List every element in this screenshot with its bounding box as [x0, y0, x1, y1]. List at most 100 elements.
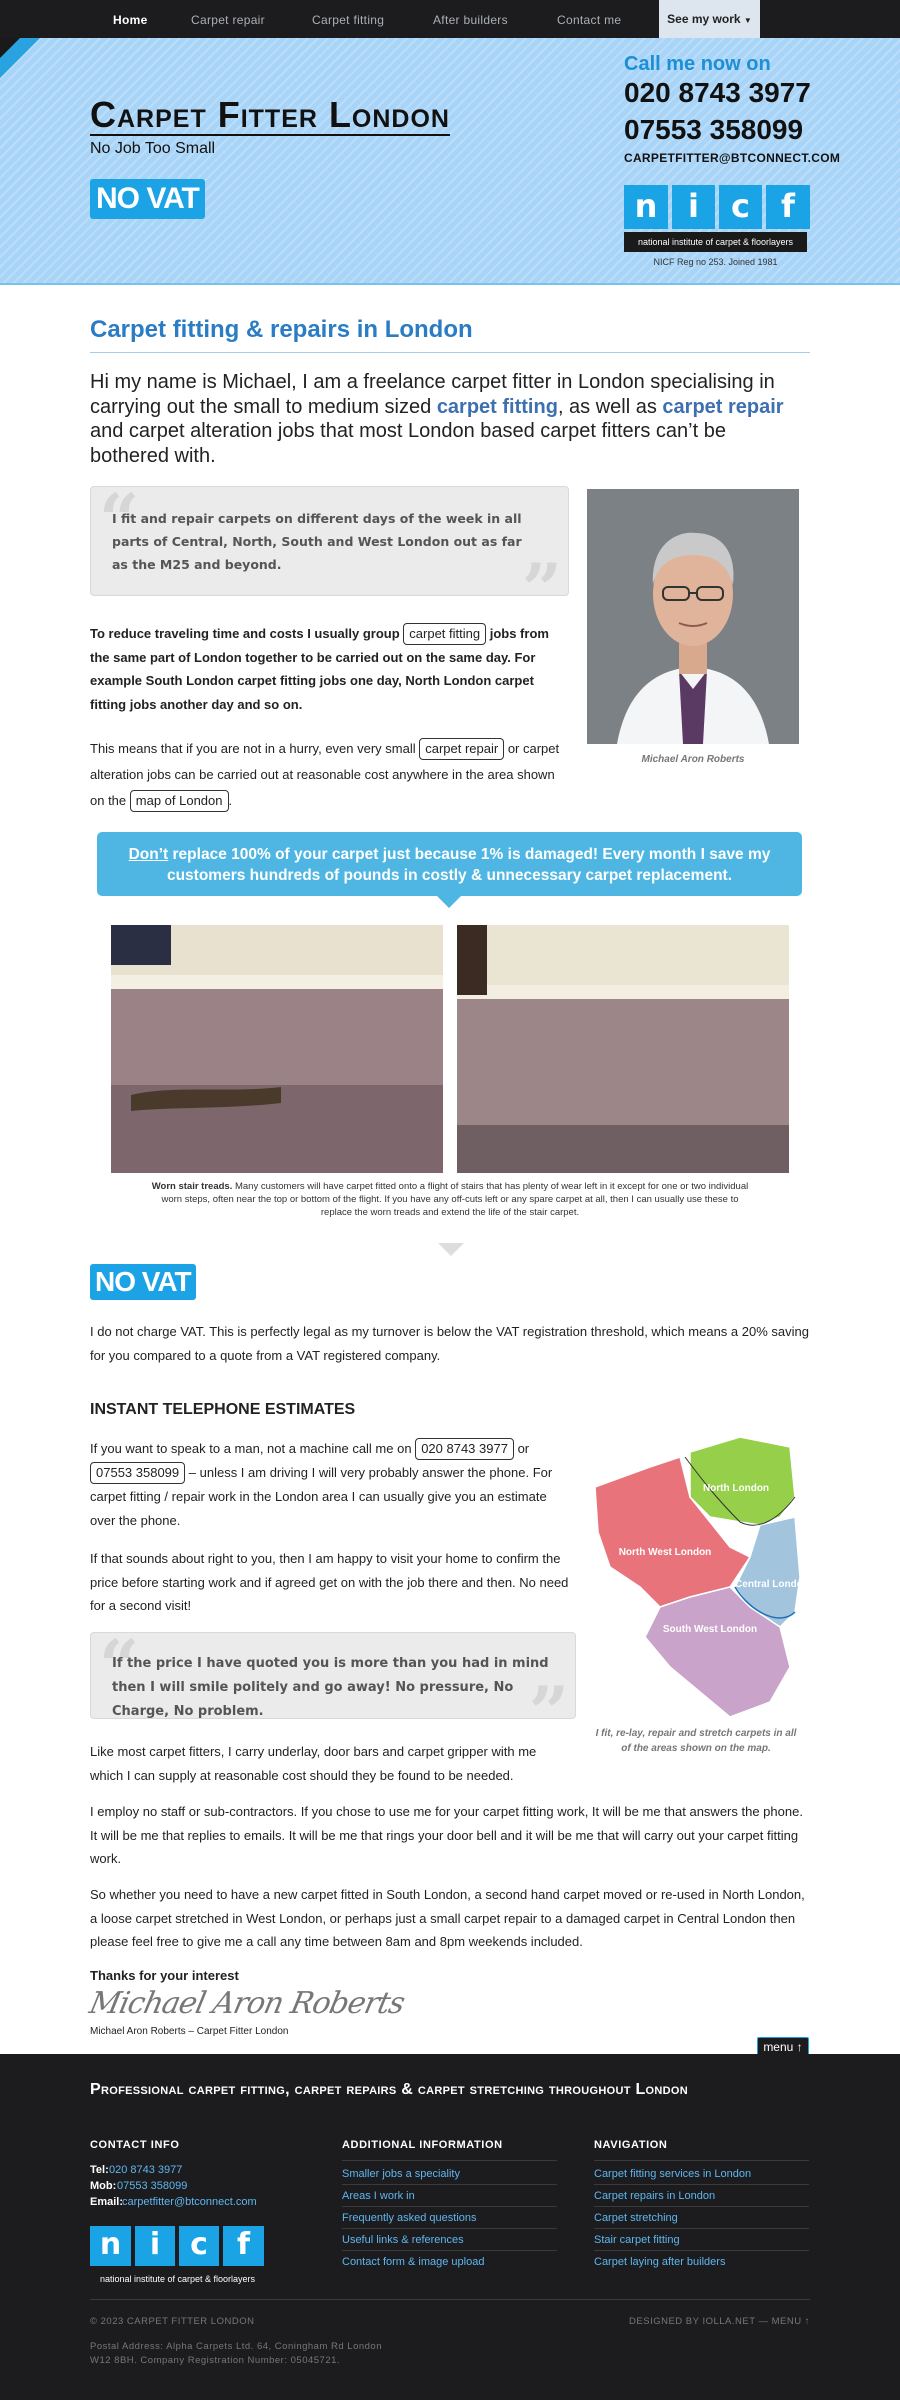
caption-bold: Worn stair treads.	[151, 1181, 233, 1192]
banner-emphasis: Don’t	[128, 846, 169, 863]
small-jobs-paragraph: This means that if you are not in a hurr…	[90, 736, 565, 814]
intro-text: , as well as	[557, 395, 663, 418]
link-smaller-jobs[interactable]: Smaller jobs a speciality	[342, 2168, 460, 2180]
nav-home[interactable]: Home	[113, 13, 148, 27]
navigation-heading: NAVIGATION	[594, 2139, 668, 2151]
call-now-label: Call me now on	[624, 53, 771, 75]
areas-paragraph: So whether you need to have a new carpet…	[90, 1887, 805, 1949]
paragraph-text: To reduce traveling time and costs I usu…	[90, 626, 404, 641]
email-label: Email:	[90, 2196, 124, 2208]
tel-label: Tel:	[90, 2164, 109, 2176]
estimate-paragraph: If you want to speak to a man, not a mac…	[90, 1437, 560, 1533]
copyright: © 2023 CARPET FITTER LONDON	[90, 2316, 255, 2327]
additional-info-heading: ADDITIONAL INFORMATION	[342, 2139, 503, 2151]
nav-carpet-fitting[interactable]: Carpet fitting	[312, 13, 384, 27]
nav-carpet-repair[interactable]: Carpet repair	[191, 13, 265, 27]
caption-text: Many customers will have carpet fitted o…	[161, 1181, 749, 1218]
carpet-repair-link[interactable]: carpet repair	[662, 396, 783, 418]
nicf-letter: f	[766, 185, 810, 229]
header-phone-landline[interactable]: 020 8743 3977	[624, 77, 811, 109]
title-divider	[90, 352, 810, 353]
footer-divider	[594, 2228, 809, 2229]
thanks-text: Thanks for your interest	[90, 1968, 239, 1983]
signature-caption: Michael Aron Roberts – Carpet Fitter Lon…	[90, 2026, 289, 2037]
link-after-builders[interactable]: Carpet laying after builders	[594, 2256, 725, 2268]
nav-after-builders[interactable]: After builders	[433, 13, 508, 27]
site-header: Carpet Fitter London No Job Too Small NO…	[0, 38, 900, 285]
postal-address-1: Postal Address: Alpha Carpets Ltd. 64, C…	[90, 2341, 383, 2352]
link-faq[interactable]: Frequently asked questions	[342, 2212, 477, 2224]
paragraph-text: This means that if you are not in a hurr…	[90, 741, 420, 756]
portrait-caption: Michael Aron Roberts	[641, 754, 745, 765]
contact-heading: CONTACT INFO	[90, 2139, 180, 2151]
footer-divider	[342, 2228, 557, 2229]
map-label-north-west: North West London	[619, 1547, 712, 1558]
worn-stair-photo-before[interactable]	[111, 925, 443, 1173]
no-staff-paragraph: I employ no staff or sub-contractors. If…	[90, 1804, 803, 1866]
carpet-fitting-chip-link[interactable]: carpet fitting	[403, 623, 487, 645]
corner-ribbon-dark	[0, 38, 20, 58]
map-label-north: North London	[703, 1483, 769, 1494]
quote-box-areas: “ ” I fit and repair carpets on differen…	[90, 485, 569, 625]
link-stair-fitting[interactable]: Stair carpet fitting	[594, 2234, 680, 2246]
nicf-bar: national institute of carpet & floorlaye…	[624, 232, 807, 252]
footer-divider	[594, 2206, 809, 2207]
header-email[interactable]: CARPETFITTER@BTCONNECT.COM	[624, 151, 840, 165]
phone-mobile-chip-link[interactable]: 07553 358099	[90, 1462, 186, 1484]
site-title[interactable]: Carpet Fitter London	[90, 96, 450, 136]
link-areas[interactable]: Areas I work in	[342, 2190, 415, 2202]
footer-divider	[342, 2206, 557, 2207]
footer-mob-link[interactable]: 07553 358099	[117, 2180, 187, 2192]
link-contact-form[interactable]: Contact form & image upload	[342, 2256, 484, 2268]
map-label-central: Central London	[735, 1579, 800, 1590]
see-my-work-dropdown[interactable]: See my work ▼	[659, 0, 760, 38]
phone-landline-chip-link[interactable]: 020 8743 3977	[415, 1438, 514, 1460]
quote-text: I fit and repair carpets on different da…	[112, 511, 522, 572]
footer-divider	[594, 2250, 809, 2251]
banner-text: replace 100% of your carpet just because…	[166, 846, 771, 884]
footer-bottom-divider	[90, 2299, 810, 2300]
nicf-letter: n	[90, 2226, 131, 2266]
underlay-paragraph: Like most carpet fitters, I carry underl…	[90, 1744, 537, 1783]
paragraph-text: If you want to speak to a man, not a mac…	[90, 1441, 416, 1456]
nicf-letter: c	[179, 2226, 219, 2266]
signature: Michael Aron Roberts	[86, 1986, 408, 2021]
intro-paragraph: Hi my name is Michael, I am a freelance …	[90, 370, 810, 468]
footer-nicf-bar: national institute of carpet & floorlaye…	[90, 2270, 265, 2288]
london-areas-map[interactable]: North London North West London Central L…	[590, 1436, 809, 1718]
caret-down-icon: ▼	[743, 16, 752, 25]
london-map-illustration: North London North West London Central L…	[594, 1436, 809, 1718]
site-tagline: No Job Too Small	[90, 140, 216, 157]
link-useful-links[interactable]: Useful links & references	[342, 2234, 464, 2246]
footer-email-link[interactable]: carpetfitter@btconnect.com	[122, 2196, 257, 2208]
nicf-letter: n	[624, 185, 668, 229]
footer-divider	[342, 2250, 557, 2251]
carpet-repair-chip-link[interactable]: carpet repair	[419, 738, 505, 760]
nicf-letter: i	[672, 185, 715, 229]
quote-box-price: “ ” If the price I have quoted you is mo…	[90, 1631, 576, 1748]
grouping-paragraph: To reduce traveling time and costs I usu…	[90, 622, 565, 716]
menu-toggle-button[interactable]: menu ↑	[757, 2037, 809, 2055]
no-vat-section-badge: NO VAT	[90, 1264, 196, 1300]
see-my-work-label: See my work	[667, 12, 741, 26]
paragraph-text: or	[513, 1441, 530, 1456]
designed-by-link[interactable]: DESIGNED BY IOLLA.NET — MENU ↑	[629, 2316, 810, 2327]
vat-paragraph: I do not charge VAT. This is perfectly l…	[90, 1324, 809, 1363]
link-fitting-services[interactable]: Carpet fitting services in London	[594, 2168, 751, 2180]
nicf-registration: NICF Reg no 253. Joined 1981	[653, 257, 778, 267]
footer-title: Professional carpet fitting, carpet repa…	[90, 2081, 688, 2098]
worn-stair-photo-after[interactable]	[457, 925, 789, 1173]
stair-photo-illustration	[457, 925, 789, 1173]
link-stretching[interactable]: Carpet stretching	[594, 2212, 678, 2224]
map-of-london-chip-link[interactable]: map of London	[129, 790, 229, 812]
footer-tel-link[interactable]: 020 8743 3977	[109, 2164, 182, 2176]
footer-divider	[594, 2160, 809, 2161]
stair-photo-illustration	[111, 925, 443, 1173]
footer-divider	[342, 2184, 557, 2185]
nicf-letter: c	[719, 185, 762, 229]
header-phone-mobile[interactable]: 07553 358099	[624, 114, 803, 146]
link-repairs[interactable]: Carpet repairs in London	[594, 2190, 715, 2202]
section-divider-arrow	[438, 1243, 464, 1256]
carpet-fitting-link[interactable]: carpet fitting	[437, 396, 558, 418]
nav-contact-me[interactable]: Contact me	[557, 13, 621, 27]
